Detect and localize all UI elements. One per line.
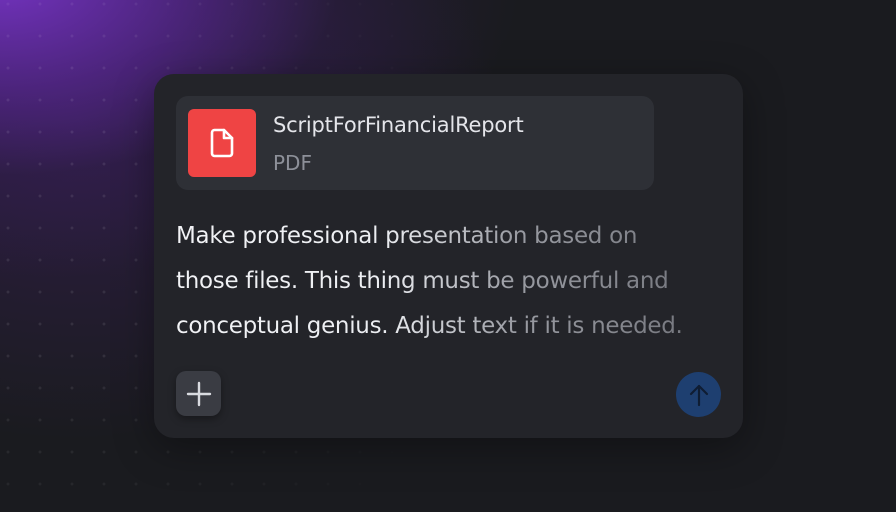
plus-icon — [186, 381, 211, 406]
attachment-chip[interactable]: ScriptForFinancialReport PDF — [176, 96, 654, 190]
pdf-file-icon — [188, 109, 256, 177]
prompt-input[interactable]: Make professional presentation based on … — [176, 214, 721, 349]
send-button[interactable] — [676, 372, 721, 417]
attachment-file-type: PDF — [273, 151, 312, 175]
attachment-file-name: ScriptForFinancialReport — [273, 113, 524, 137]
add-attachment-button[interactable] — [176, 371, 221, 416]
composer-card: ScriptForFinancialReport PDF Make profes… — [154, 74, 743, 438]
arrow-up-icon — [689, 384, 708, 406]
